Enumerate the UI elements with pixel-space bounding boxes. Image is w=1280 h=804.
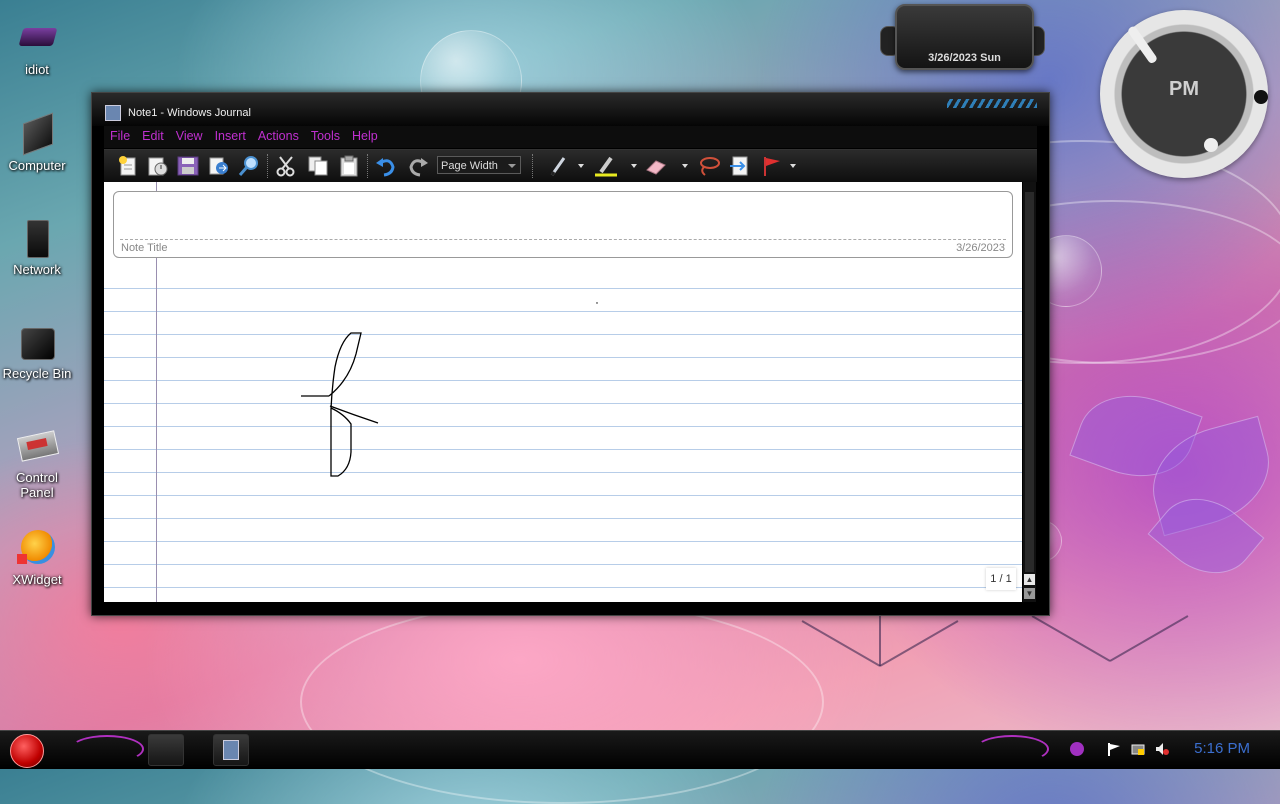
control-panel-icon	[16, 426, 60, 466]
previous-page-icon[interactable]: ▲	[1024, 574, 1035, 585]
highlighter-icon[interactable]	[591, 155, 617, 177]
new-note-icon[interactable]	[116, 155, 140, 177]
desktop-icon-label: idiot	[25, 62, 49, 77]
gadget-date-text: 3/26/2023 Sun	[928, 52, 1001, 64]
desktop-icon-network[interactable]: Network	[0, 218, 74, 277]
menu-edit[interactable]: Edit	[136, 126, 170, 146]
clock-hand	[1126, 25, 1159, 65]
desktop-icon-computer[interactable]: Computer	[0, 112, 74, 173]
action-center-flag-icon[interactable]	[1107, 742, 1121, 756]
taskbar-clock[interactable]: 5:16 PM	[1194, 740, 1250, 757]
pen-icon[interactable]	[546, 155, 570, 177]
taskbar-decoration	[70, 735, 144, 763]
menu-actions[interactable]: Actions	[252, 126, 305, 146]
background-swirl	[300, 600, 824, 804]
gadget-body: 3/26/2023 Sun	[895, 4, 1034, 70]
taskbar-app-button[interactable]	[148, 734, 184, 766]
insert-space-icon[interactable]	[728, 155, 752, 177]
clock-gadget[interactable]: PM	[1100, 10, 1268, 178]
next-page-icon[interactable]: ▼	[1024, 588, 1035, 599]
redo-icon[interactable]	[406, 155, 430, 177]
computer-icon	[17, 112, 57, 156]
desktop-icon-xwidget[interactable]: XWidget	[0, 528, 74, 587]
background-palm-frond	[1109, 615, 1189, 662]
vertical-scrollbar[interactable]: ▲ ▼	[1023, 182, 1036, 602]
import-icon[interactable]	[207, 155, 231, 177]
recycle-bin-icon	[17, 322, 57, 362]
menu-insert[interactable]: Insert	[209, 126, 252, 146]
eraser-icon[interactable]	[644, 155, 668, 177]
eraser-dropdown-icon[interactable]	[682, 164, 688, 168]
toolbar: Page Width	[104, 149, 1037, 182]
desktop-icon-recycle-bin[interactable]: Recycle Bin	[0, 322, 74, 381]
desktop-icon-idiot[interactable]: idiot	[0, 18, 74, 77]
journal-window[interactable]: Note1 - Windows Journal File Edit View Inse…	[91, 92, 1050, 616]
window-titlebar[interactable]: Note1 - Windows Journal	[92, 93, 1049, 126]
menu-tools[interactable]: Tools	[305, 126, 346, 146]
zoom-select-value: Page Width	[441, 160, 498, 172]
date-gadget[interactable]: 3/26/2023 Sun	[880, 4, 1045, 70]
menu-file[interactable]: File	[104, 126, 136, 146]
volume-muted-icon[interactable]	[1155, 742, 1169, 756]
journal-taskbar-icon	[223, 740, 239, 760]
titlebar-decoration	[947, 99, 1037, 108]
desktop-icon-label: Control Panel	[16, 470, 58, 500]
toolbar-separator	[267, 154, 269, 178]
scrollbar-track[interactable]	[1025, 192, 1034, 572]
network-icon	[17, 218, 57, 258]
network-tray-icon[interactable]	[1131, 742, 1145, 756]
desktop-icon-control-panel[interactable]: Control Panel	[0, 426, 74, 500]
menu-bar: File Edit View Insert Actions Tools Help	[104, 126, 1037, 148]
background-palm-frond	[1031, 615, 1111, 662]
cut-icon[interactable]	[274, 155, 298, 177]
clock-period-label: PM	[1169, 78, 1199, 100]
page-indicator: 1 / 1	[986, 568, 1016, 590]
pen-dropdown-icon[interactable]	[578, 164, 584, 168]
taskbar: 5:16 PM	[0, 730, 1280, 769]
save-icon[interactable]	[176, 155, 200, 177]
open-icon[interactable]	[146, 155, 170, 177]
journal-app-icon	[105, 105, 121, 121]
start-button[interactable]	[10, 734, 44, 768]
paste-icon[interactable]	[337, 155, 361, 177]
menu-view[interactable]: View	[170, 126, 209, 146]
copy-icon[interactable]	[306, 155, 330, 177]
toolbar-separator	[532, 154, 534, 178]
lasso-icon[interactable]	[697, 155, 721, 177]
window-title: Note1 - Windows Journal	[128, 107, 251, 119]
undo-icon[interactable]	[374, 155, 398, 177]
taskbar-journal-button[interactable]	[213, 734, 249, 766]
xwidget-icon	[17, 528, 57, 568]
clock-dot	[1204, 138, 1218, 152]
desktop-icon-label: Recycle Bin	[2, 366, 72, 381]
taskbar-decoration	[975, 735, 1049, 763]
find-icon[interactable]	[237, 155, 261, 177]
desktop-icon-label: Computer	[8, 158, 66, 173]
user-folder-icon	[17, 18, 58, 58]
menu-help[interactable]: Help	[346, 126, 384, 146]
ink-stroke	[301, 302, 598, 477]
desktop-icon-label: XWidget	[12, 572, 62, 587]
highlighter-dropdown-icon[interactable]	[631, 164, 637, 168]
flag-icon[interactable]	[760, 155, 784, 177]
background-palm-frond	[801, 620, 881, 667]
desktop-icon-label: Network	[13, 262, 61, 277]
clock-dot	[1254, 90, 1268, 104]
toolbar-separator	[367, 154, 369, 178]
background-palm-frond	[879, 620, 959, 667]
zoom-select[interactable]: Page Width	[437, 156, 521, 174]
note-page[interactable]: Note Title 3/26/2023 1 / 1	[104, 182, 1022, 602]
flag-dropdown-icon[interactable]	[790, 164, 796, 168]
xwidget-tray-icon[interactable]	[1070, 742, 1084, 756]
chevron-down-icon	[508, 164, 516, 168]
